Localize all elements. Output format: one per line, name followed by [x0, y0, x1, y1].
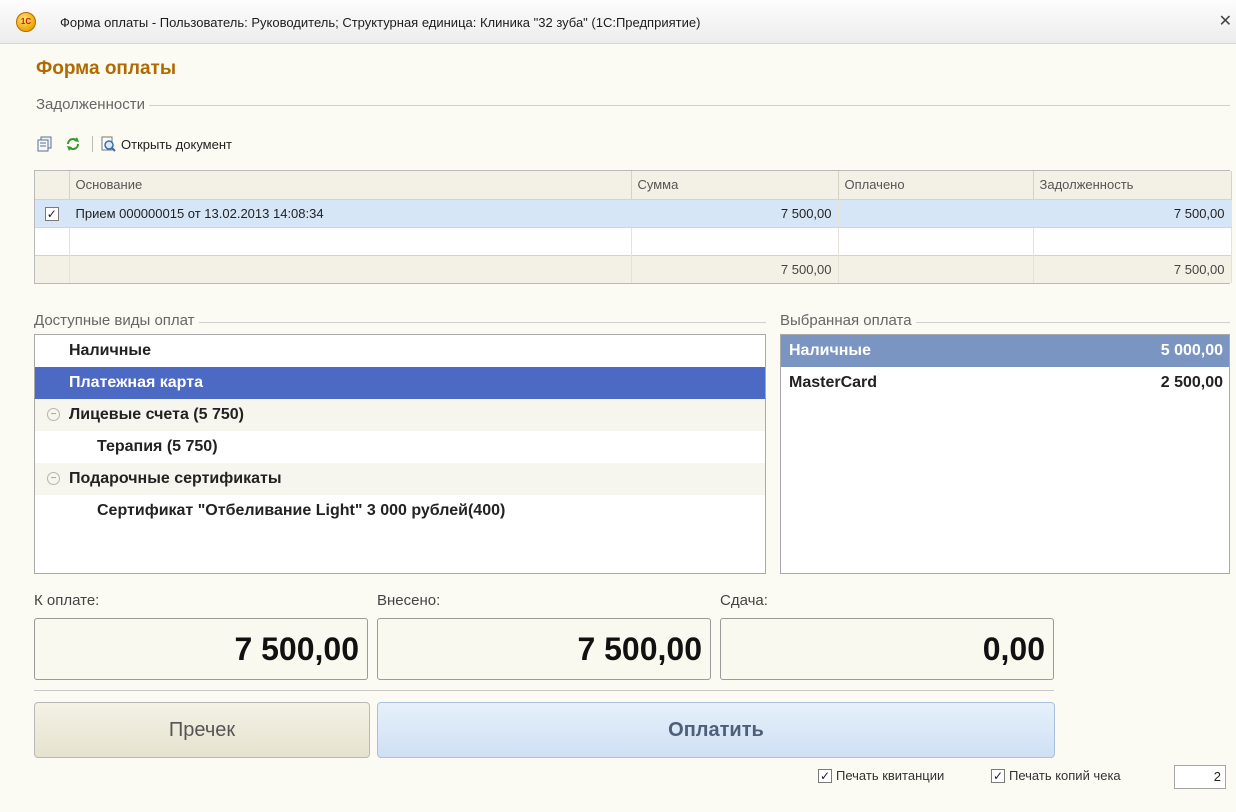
toolbar-separator — [92, 136, 93, 152]
print-copies-label: Печать копий чека — [1009, 768, 1121, 783]
table-totals-row: 7 500,00 7 500,00 — [35, 254, 1232, 283]
available-group-label: Доступные виды оплат — [34, 312, 199, 329]
list-item-selected[interactable]: Наличные 5 000,00 — [781, 335, 1229, 367]
paid-in-label: Внесено: — [377, 592, 441, 609]
copies-count-input[interactable]: 2 — [1174, 765, 1226, 789]
close-icon[interactable]: ✕ — [1219, 11, 1232, 31]
column-header-debt[interactable]: Задолженность — [1033, 171, 1232, 200]
total-sum: 7 500,00 — [631, 254, 839, 283]
print-receipt-label: Печать квитанции — [836, 768, 945, 783]
table-header: Основание Сумма Оплачено Задолженность — [35, 171, 1232, 200]
row-checkbox[interactable]: ✓ — [44, 206, 59, 221]
refresh-icon[interactable] — [64, 135, 84, 153]
debts-group-divider — [36, 105, 1230, 106]
change-label: Сдача: — [720, 592, 768, 609]
print-copies-option[interactable]: ✓ Печать копий чека — [991, 768, 1121, 783]
row-debt: 7 500,00 — [1033, 199, 1232, 228]
table-row[interactable]: ✓ Прием 000000015 от 13.02.2013 14:08:34… — [35, 199, 1232, 228]
row-paid — [838, 199, 1034, 228]
buttons-divider — [34, 690, 1054, 691]
open-document-icon[interactable] — [99, 135, 119, 153]
total-debt: 7 500,00 — [1033, 254, 1232, 283]
debts-table: Основание Сумма Оплачено Задолженность ✓… — [34, 170, 1232, 284]
selected-group-label: Выбранная оплата — [780, 312, 916, 329]
list-item[interactable]: Терапия (5 750) — [35, 431, 765, 463]
open-document-button[interactable]: Открыть документ — [121, 137, 232, 152]
debts-toolbar: Открыть документ — [36, 133, 232, 155]
to-pay-field: 7 500,00 — [34, 618, 368, 680]
table-empty-row — [35, 227, 1232, 255]
copy-icon[interactable] — [36, 135, 56, 153]
list-item[interactable]: Наличные — [35, 335, 765, 367]
form-title: Форма оплаты — [36, 58, 177, 79]
app-logo-icon: 1С — [16, 12, 36, 32]
column-header-paid[interactable]: Оплачено — [838, 171, 1034, 200]
total-paid — [838, 254, 1034, 283]
row-basis: Прием 000000015 от 13.02.2013 14:08:34 — [69, 199, 632, 228]
change-field: 0,00 — [720, 618, 1054, 680]
collapse-icon[interactable]: − — [47, 408, 60, 421]
selected-payments-list: Наличные 5 000,00 MasterCard 2 500,00 — [780, 334, 1230, 574]
precheck-button[interactable]: Пречек — [34, 702, 370, 758]
list-item[interactable]: MasterCard 2 500,00 — [781, 367, 1229, 399]
print-receipt-checkbox[interactable]: ✓ — [818, 768, 832, 783]
column-header-basis[interactable]: Основание — [69, 171, 632, 200]
available-payments-list: Наличные Платежная карта − Лицевые счета… — [34, 334, 766, 574]
column-header-sum[interactable]: Сумма — [631, 171, 839, 200]
print-copies-checkbox[interactable]: ✓ — [991, 768, 1005, 783]
to-pay-label: К оплате: — [34, 592, 100, 609]
window-title: Форма оплаты - Пользователь: Руководител… — [60, 15, 701, 30]
row-sum: 7 500,00 — [631, 199, 839, 228]
window-titlebar: 1С Форма оплаты - Пользователь: Руководи… — [0, 0, 1236, 44]
pay-button[interactable]: Оплатить — [377, 702, 1055, 758]
paid-in-field[interactable]: 7 500,00 — [377, 618, 711, 680]
collapse-icon[interactable]: − — [47, 472, 60, 485]
list-item-group[interactable]: − Лицевые счета (5 750) — [35, 399, 765, 431]
list-item-selected[interactable]: Платежная карта — [35, 367, 765, 399]
print-receipt-option[interactable]: ✓ Печать квитанции — [818, 768, 944, 783]
list-item-group[interactable]: − Подарочные сертификаты — [35, 463, 765, 495]
list-item[interactable]: Сертификат "Отбеливание Light" 3 000 руб… — [35, 495, 765, 527]
debts-group-label: Задолженности — [36, 96, 149, 113]
column-header-check — [35, 171, 70, 200]
